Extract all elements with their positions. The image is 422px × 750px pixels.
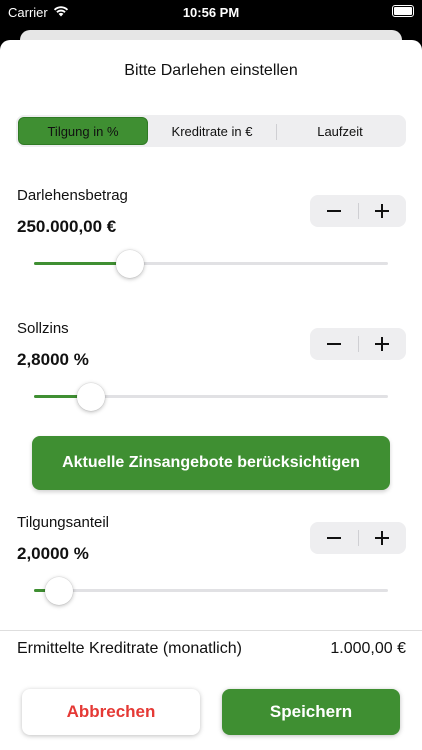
segment-tilgung[interactable]: Tilgung in %	[18, 117, 148, 145]
loan-amount-stepper	[310, 195, 406, 227]
battery-icon	[392, 5, 414, 17]
monthly-rate-value: 1.000,00 €	[330, 640, 406, 657]
repayment-value: 2,0000 %	[17, 544, 89, 563]
current-offers-button[interactable]: Aktuelle Zinsangebote berücksichtigen	[32, 436, 390, 490]
repayment-slider[interactable]	[34, 576, 388, 606]
interest-slider[interactable]	[34, 382, 388, 412]
loan-amount-slider[interactable]	[34, 249, 388, 279]
plus-icon	[375, 204, 389, 218]
interest-section: Sollzins 2,8000 %	[0, 320, 422, 430]
interest-value: 2,8000 %	[17, 350, 89, 369]
interest-stepper	[310, 328, 406, 360]
interest-increment-button[interactable]	[358, 328, 406, 360]
cancel-button[interactable]: Abbrechen	[22, 689, 200, 735]
status-bar: Carrier 10:56 PM	[0, 0, 422, 26]
repayment-label: Tilgungsanteil	[17, 514, 109, 531]
interest-label: Sollzins	[17, 320, 69, 337]
loan-amount-value: 250.000,00 €	[17, 217, 117, 236]
mode-segmented-control: Tilgung in % Kreditrate in € Laufzeit	[16, 115, 406, 147]
status-time: 10:56 PM	[182, 5, 240, 20]
minus-icon	[327, 537, 341, 539]
plus-icon	[375, 337, 389, 351]
slider-thumb[interactable]	[45, 577, 73, 605]
save-button[interactable]: Speichern	[222, 689, 400, 735]
sheet-title: Bitte Darlehen einstellen	[124, 62, 298, 79]
interest-decrement-button[interactable]	[310, 328, 358, 360]
result-divider	[0, 630, 422, 631]
slider-track	[34, 589, 388, 592]
repayment-section: Tilgungsanteil 2,0000 %	[0, 514, 422, 624]
loan-amount-label: Darlehensbetrag	[17, 187, 128, 204]
slider-thumb[interactable]	[77, 383, 105, 411]
segment-kreditrate[interactable]: Kreditrate in €	[148, 117, 276, 145]
slider-thumb[interactable]	[116, 250, 144, 278]
repayment-stepper	[310, 522, 406, 554]
loan-amount-decrement-button[interactable]	[310, 195, 358, 227]
loan-amount-section: Darlehensbetrag 250.000,00 €	[0, 187, 422, 297]
repayment-increment-button[interactable]	[358, 522, 406, 554]
repayment-decrement-button[interactable]	[310, 522, 358, 554]
minus-icon	[327, 210, 341, 212]
monthly-rate-label: Ermittelte Kreditrate (monatlich)	[17, 640, 242, 657]
loan-settings-sheet: Bitte Darlehen einstellen Tilgung in % K…	[0, 40, 422, 750]
loan-amount-increment-button[interactable]	[358, 195, 406, 227]
plus-icon	[375, 531, 389, 545]
minus-icon	[327, 343, 341, 345]
segment-laufzeit[interactable]: Laufzeit	[276, 117, 404, 145]
